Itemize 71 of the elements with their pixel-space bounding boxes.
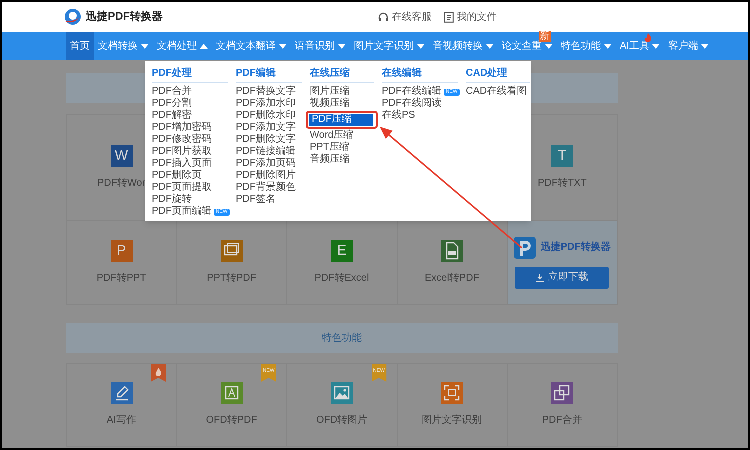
menu-item[interactable]: PDF替换文字 — [236, 86, 296, 98]
app-logo-icon — [514, 236, 536, 258]
tool-label: PPT转PDF — [207, 272, 257, 286]
menu-item[interactable]: PDF背景颜色 — [236, 182, 296, 194]
menu-item[interactable]: PDF删除图片 — [236, 170, 296, 182]
menu-item[interactable]: PDF在线阅读 — [382, 98, 442, 110]
menu-item[interactable]: PDF分割 — [152, 98, 192, 110]
tool-label: Excel转PDF — [424, 272, 480, 286]
tool-label: OFD转PDF — [206, 414, 258, 428]
menu-item[interactable]: PPT压缩 — [310, 142, 350, 154]
app-icon: E — [330, 240, 353, 262]
tool-label: PDF转Excel — [314, 272, 370, 286]
menu-item[interactable]: 音频压缩 — [310, 154, 350, 166]
menu-heading: PDF编辑 — [236, 67, 302, 83]
app-icon: T — [551, 144, 574, 166]
menu-item[interactable]: 视频压缩 — [310, 98, 350, 110]
menu-heading: CAD处理 — [466, 67, 530, 83]
tool-label: PDF转Wor — [98, 176, 146, 190]
menu-item[interactable]: 图片压缩 — [310, 86, 350, 98]
files-link[interactable]: 我的文件 — [444, 10, 497, 24]
pdf-file-icon — [441, 240, 464, 262]
pencil-icon — [110, 382, 133, 404]
merge-icon — [551, 382, 574, 404]
logo-icon — [64, 8, 82, 26]
image-icon — [330, 382, 353, 404]
logo-text[interactable]: 迅捷PDF转换器 — [86, 8, 163, 26]
promo-title: 迅捷PDF转换器 — [540, 240, 611, 255]
menu-item[interactable]: PDF签名 — [236, 194, 276, 206]
tool-label: 图片文字识别 — [422, 414, 482, 428]
slides-icon — [220, 240, 243, 262]
tool-label: OFD转图片 — [316, 414, 368, 428]
menu-item[interactable]: PDF删除水印 — [236, 110, 296, 122]
caret-icon — [200, 44, 208, 48]
caret-icon — [701, 44, 710, 48]
tool-label: AI写作 — [106, 414, 136, 428]
menu-item[interactable]: 在线PS — [382, 110, 416, 122]
app-icon: P — [110, 240, 133, 262]
caret-icon — [417, 44, 425, 48]
nav-item[interactable]: 首页 — [66, 32, 94, 60]
menu-item[interactable]: PDF添加页码 — [236, 158, 296, 170]
caret-icon — [486, 44, 494, 48]
support-link[interactable]: 在线客服 — [378, 10, 432, 24]
menu-item[interactable]: PDF合并 — [152, 86, 192, 98]
section-title: 特色功能 — [322, 332, 362, 346]
caret-icon — [279, 44, 287, 48]
menu-item[interactable]: PDF删除文字 — [236, 134, 296, 146]
headset-icon — [378, 12, 389, 22]
download-icon — [536, 274, 544, 282]
new-tag: 新 — [539, 31, 551, 42]
menu-heading: 在线编辑 — [382, 67, 458, 83]
app-icon: W — [110, 144, 133, 166]
tool-label: PDF转TXT — [538, 176, 587, 190]
caret-icon — [604, 44, 612, 48]
menu-item[interactable]: PDF添加文字 — [236, 122, 296, 134]
caret-icon — [338, 44, 346, 48]
scan-icon — [441, 382, 464, 404]
menu-item[interactable]: Word压缩 — [310, 130, 354, 142]
download-button[interactable]: 立即下载 — [515, 266, 610, 288]
menu-item[interactable]: CAD在线看图 — [466, 86, 528, 98]
menu-item[interactable]: PDF添加水印 — [236, 98, 296, 110]
tool-card[interactable]: P PDF转PPT — [67, 221, 178, 305]
tool-label: PDF合并 — [542, 414, 582, 428]
menu-item[interactable]: PDF压缩 — [309, 114, 373, 126]
caret-icon — [652, 44, 660, 48]
menu-item[interactable]: PDF链接编辑 — [236, 146, 296, 158]
tool-label: PDF转PPT — [96, 272, 146, 286]
caret-icon — [545, 44, 553, 48]
menu-heading: PDF处理 — [152, 67, 228, 83]
caret-icon — [141, 44, 149, 48]
menu-heading: 在线压缩 — [310, 67, 374, 83]
document-icon — [444, 12, 454, 22]
